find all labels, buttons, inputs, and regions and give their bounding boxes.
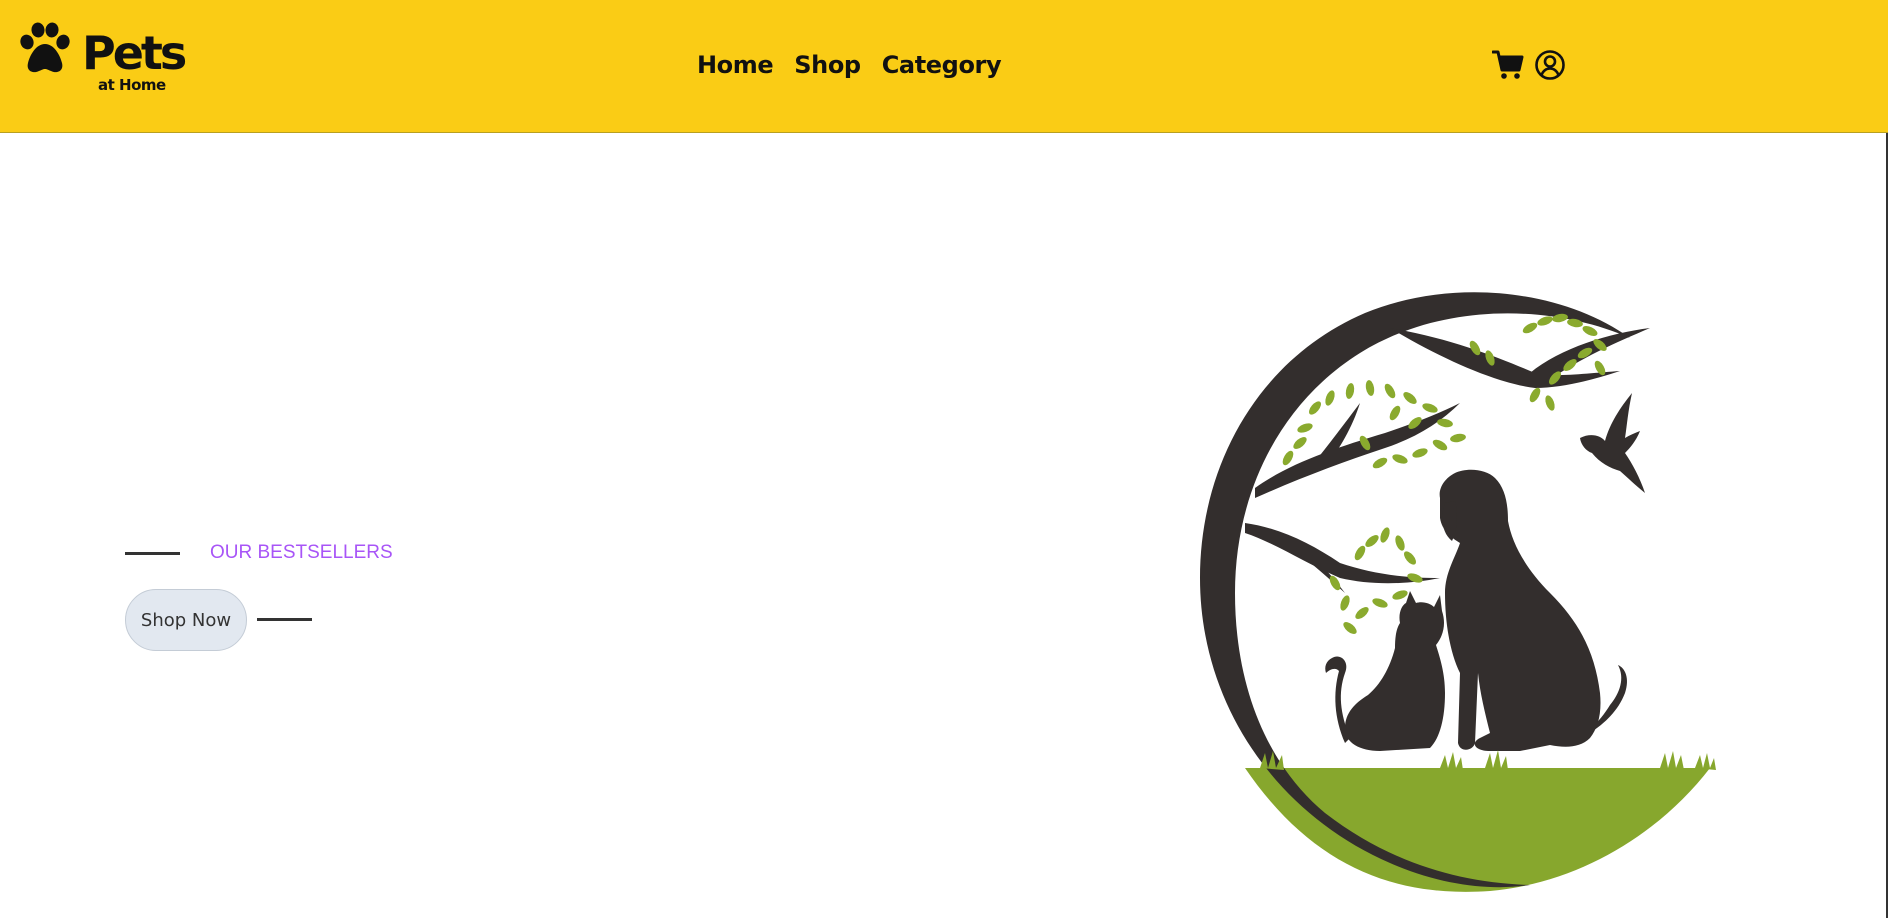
cart-icon[interactable] — [1492, 49, 1524, 81]
hero-section: OUR BESTSELLERS Shop Now — [0, 133, 1886, 918]
pets-tree-illustration — [1200, 292, 1716, 892]
nav-item-home[interactable]: Home — [697, 48, 774, 82]
brand-logo[interactable]: Pets at Home — [18, 22, 187, 98]
user-circle-icon[interactable] — [1534, 49, 1566, 81]
site-header: Pets at Home Home Shop Category — [0, 0, 1888, 133]
main-nav: Home Shop Category — [697, 48, 1002, 82]
header-actions — [1492, 49, 1566, 81]
paw-icon — [20, 22, 70, 73]
brand-name: Pets — [82, 26, 187, 80]
cta-rule — [257, 618, 312, 621]
nav-item-category[interactable]: Category — [882, 48, 1002, 82]
bird-silhouette — [1580, 393, 1645, 493]
brand-subtitle: at Home — [98, 76, 166, 94]
nav-item-shop[interactable]: Shop — [794, 48, 861, 82]
grass-ground — [1245, 768, 1710, 892]
eyebrow-rule — [125, 552, 180, 555]
hero-eyebrow: OUR BESTSELLERS — [210, 542, 393, 563]
shop-now-button[interactable]: Shop Now — [125, 589, 247, 651]
dog-silhouette — [1439, 469, 1601, 751]
